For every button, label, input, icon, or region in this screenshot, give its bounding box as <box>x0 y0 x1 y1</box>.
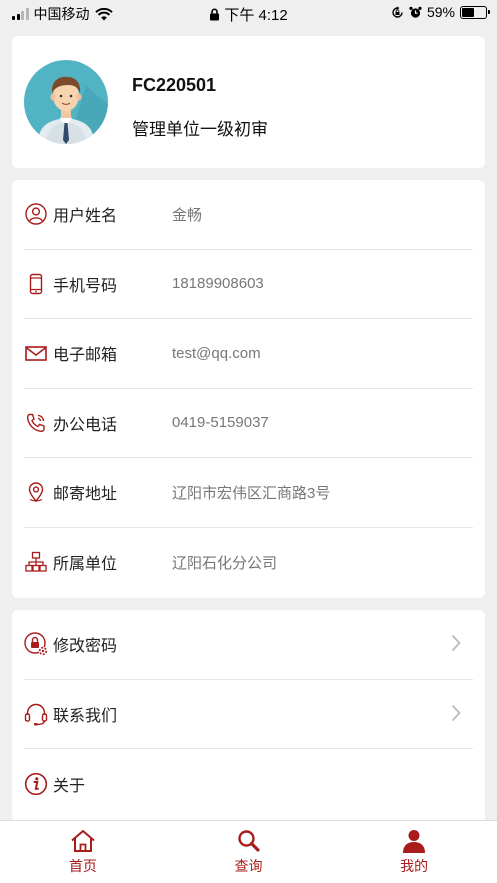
user-icon <box>24 202 48 226</box>
headset-icon <box>24 702 48 726</box>
info-row-email: 电子邮箱 test@qq.com <box>24 319 473 389</box>
info-value: 金畅 <box>172 206 203 224</box>
person-icon <box>403 830 426 853</box>
tab-label: 查询 <box>234 858 263 874</box>
info-value: 0419-5159037 <box>172 414 269 432</box>
alarm-icon <box>409 6 422 18</box>
chevron-right-icon <box>451 634 461 652</box>
clock-time: 下午 4:12 <box>224 7 288 24</box>
rotation-lock-icon <box>392 6 403 18</box>
profile-card[interactable]: FC220501 管理单位一级初审 <box>12 36 485 168</box>
battery-percent: 59% <box>426 4 455 20</box>
avatar-illustration-icon <box>38 76 108 144</box>
menu-item-change-password[interactable]: 修改密码 <box>24 610 473 680</box>
info-row-organization: 所属单位 辽阳石化分公司 <box>24 528 473 598</box>
info-label: 所属单位 <box>53 556 118 574</box>
tab-label: 我的 <box>400 858 429 874</box>
telephone-icon <box>24 411 48 435</box>
menu-item-about[interactable]: 关于 <box>24 749 473 819</box>
tab-label: 首页 <box>68 858 97 874</box>
info-value: test@qq.com <box>172 344 261 362</box>
info-row-office-phone: 办公电话 0419-5159037 <box>24 389 473 458</box>
avatar[interactable] <box>24 60 108 144</box>
info-label: 办公电话 <box>53 416 118 434</box>
lock-settings-icon <box>24 632 48 656</box>
chevron-right-icon <box>451 704 461 721</box>
user-info-card: 用户姓名 金畅 手机号码 18189908603 电子邮箱 test@qq.co… <box>12 180 485 598</box>
home-icon <box>71 830 95 852</box>
info-row-mobile: 手机号码 18189908603 <box>24 250 473 319</box>
info-label: 邮寄地址 <box>53 486 118 504</box>
info-row-address: 邮寄地址 辽阳市宏伟区汇商路3号 <box>24 458 473 528</box>
user-role: 管理单位一级初审 <box>132 120 268 139</box>
info-label: 用户姓名 <box>53 208 118 226</box>
info-label: 电子邮箱 <box>53 347 118 365</box>
tab-home[interactable]: 首页 <box>0 821 166 883</box>
info-value: 辽阳石化分公司 <box>172 554 278 572</box>
status-bar: 中国移动 下午 4:12 59% <box>0 0 497 26</box>
menu-item-label: 修改密码 <box>53 638 118 656</box>
organization-icon <box>24 550 48 574</box>
info-icon <box>24 772 48 796</box>
battery-level <box>462 7 474 17</box>
search-icon <box>237 830 260 852</box>
lock-icon <box>210 8 220 21</box>
info-row-name: 用户姓名 金畅 <box>24 180 473 250</box>
bottom-tab-bar: 首页 查询 我的 <box>0 820 497 883</box>
menu-item-contact-us[interactable]: 联系我们 <box>24 680 473 749</box>
phone-icon <box>24 272 48 296</box>
status-right: 59% <box>391 4 490 20</box>
menu-item-label: 联系我们 <box>53 707 118 725</box>
tab-mine[interactable]: 我的 <box>331 821 497 883</box>
info-label: 手机号码 <box>53 277 118 295</box>
tab-search[interactable]: 查询 <box>166 821 332 883</box>
settings-menu-card: 修改密码 联系我们 关于 <box>12 610 485 822</box>
user-id: FC220501 <box>132 75 217 95</box>
battery-icon <box>460 5 490 19</box>
location-icon <box>24 480 48 504</box>
info-value: 18189908603 <box>172 275 264 293</box>
info-value: 辽阳市宏伟区汇商路3号 <box>172 484 331 502</box>
menu-item-label: 关于 <box>53 777 86 795</box>
mail-icon <box>24 341 48 365</box>
